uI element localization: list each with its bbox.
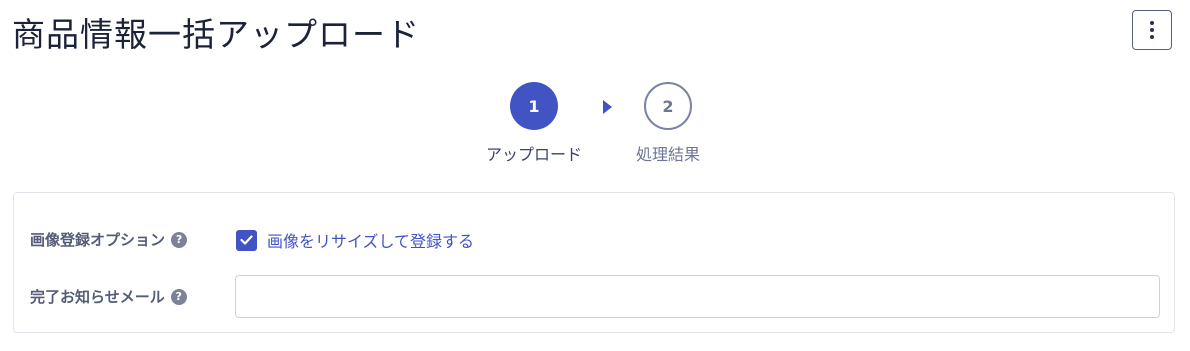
image-option-field-label: 画像登録オプション ? bbox=[30, 229, 188, 250]
image-option-label: 画像登録オプション bbox=[30, 231, 166, 249]
resize-image-checkbox-label[interactable]: 画像をリサイズして登録する bbox=[267, 228, 474, 252]
kebab-menu-icon bbox=[1150, 35, 1154, 39]
upload-options-panel: 画像登録オプション ? 画像をリサイズして登録する 完了お知らせメール ? bbox=[13, 192, 1175, 333]
email-field-label: 完了お知らせメール ? bbox=[30, 286, 187, 307]
help-icon[interactable]: ? bbox=[170, 288, 187, 305]
step-1-label: アップロード bbox=[485, 145, 582, 164]
help-icon[interactable]: ? bbox=[171, 231, 188, 248]
step-2-circle: 2 bbox=[644, 82, 692, 130]
kebab-menu-icon bbox=[1150, 28, 1154, 32]
step-1-circle: 1 bbox=[510, 82, 558, 130]
email-label: 完了お知らせメール bbox=[30, 288, 165, 306]
resize-image-checkbox-row[interactable]: 画像をリサイズして登録する bbox=[236, 228, 474, 252]
page-title: 商品情報一括アップロード bbox=[12, 15, 420, 54]
more-menu-button[interactable] bbox=[1132, 10, 1172, 50]
step-arrow-icon bbox=[603, 100, 612, 114]
resize-image-checkbox[interactable] bbox=[236, 229, 257, 251]
step-2-label: 処理結果 bbox=[635, 145, 700, 164]
checkmark-icon bbox=[240, 235, 253, 245]
kebab-menu-icon bbox=[1150, 21, 1154, 25]
completion-email-input[interactable] bbox=[235, 275, 1160, 318]
